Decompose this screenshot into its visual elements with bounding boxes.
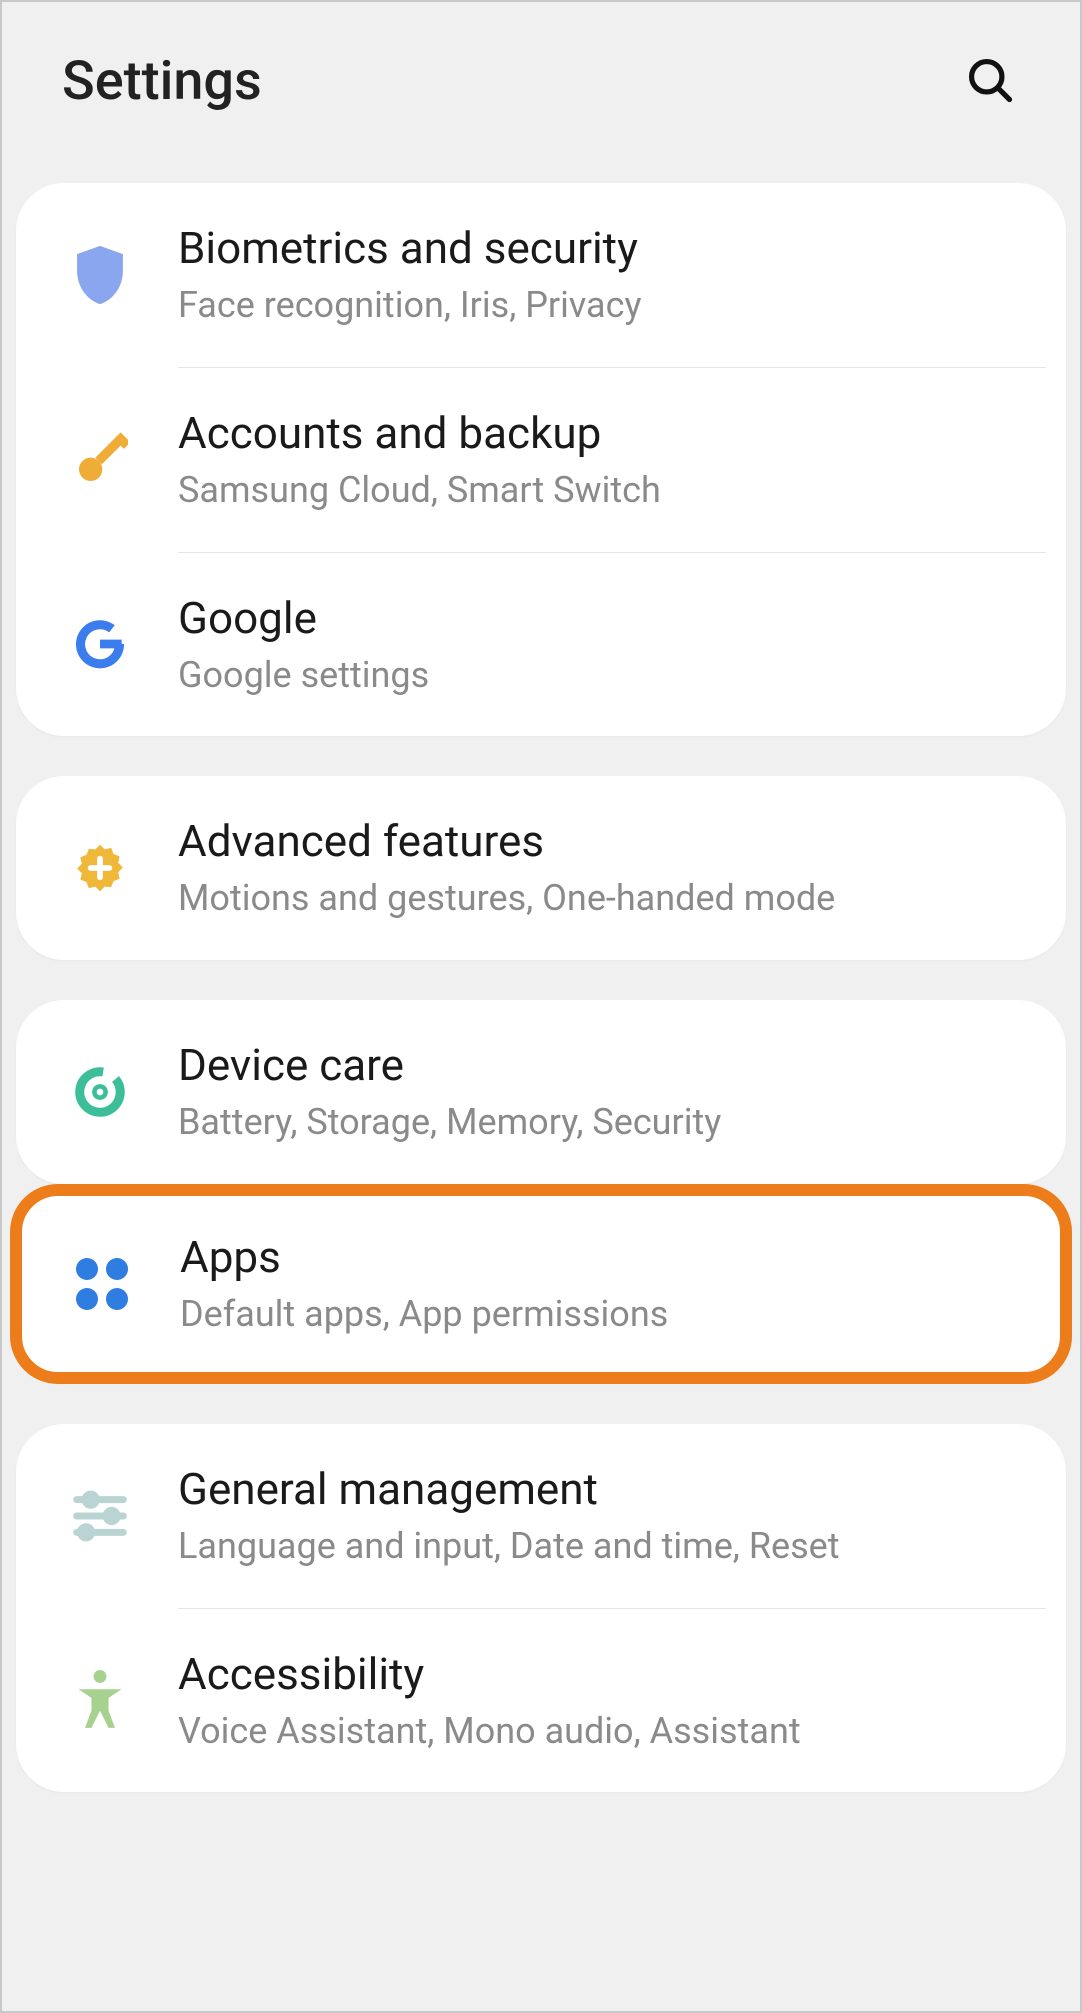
row-subtitle: Google settings bbox=[178, 652, 1030, 699]
settings-group: General management Language and input, D… bbox=[16, 1424, 1066, 1793]
row-text: Google Google settings bbox=[178, 591, 1030, 699]
shield-icon bbox=[64, 245, 136, 305]
row-title: Google bbox=[178, 591, 1030, 646]
row-title: Advanced features bbox=[178, 814, 1030, 869]
settings-row-accessibility[interactable]: Accessibility Voice Assistant, Mono audi… bbox=[16, 1609, 1066, 1793]
row-text: Advanced features Motions and gestures, … bbox=[178, 814, 1030, 922]
row-text: Accessibility Voice Assistant, Mono audi… bbox=[178, 1647, 1030, 1755]
row-title: Accessibility bbox=[178, 1647, 1030, 1702]
row-subtitle: Default apps, App permissions bbox=[180, 1291, 1024, 1338]
settings-row-devicecare[interactable]: Device care Battery, Storage, Memory, Se… bbox=[16, 1000, 1066, 1184]
row-text: Biometrics and security Face recognition… bbox=[178, 221, 1030, 329]
device-care-icon bbox=[64, 1065, 136, 1119]
row-title: General management bbox=[178, 1462, 1030, 1517]
gear-plus-icon bbox=[64, 840, 136, 896]
row-title: Accounts and backup bbox=[178, 406, 1030, 461]
sliders-icon bbox=[64, 1490, 136, 1542]
row-subtitle: Battery, Storage, Memory, Security bbox=[178, 1099, 1030, 1146]
row-text: Accounts and backup Samsung Cloud, Smart… bbox=[178, 406, 1030, 514]
google-icon bbox=[64, 618, 136, 670]
row-subtitle: Language and input, Date and time, Reset bbox=[178, 1523, 1030, 1570]
settings-group: Device care Battery, Storage, Memory, Se… bbox=[16, 1000, 1066, 1184]
row-text: Apps Default apps, App permissions bbox=[180, 1230, 1024, 1338]
header: Settings bbox=[2, 2, 1080, 183]
apps-icon bbox=[66, 1258, 138, 1310]
settings-group: Advanced features Motions and gestures, … bbox=[16, 776, 1066, 960]
settings-row-biometrics[interactable]: Biometrics and security Face recognition… bbox=[16, 183, 1066, 367]
row-title: Device care bbox=[178, 1038, 1030, 1093]
settings-row-advanced[interactable]: Advanced features Motions and gestures, … bbox=[16, 776, 1066, 960]
search-button[interactable] bbox=[960, 52, 1020, 112]
search-icon bbox=[964, 54, 1016, 109]
accessibility-icon bbox=[64, 1670, 136, 1730]
row-subtitle: Voice Assistant, Mono audio, Assistant bbox=[178, 1708, 1030, 1755]
settings-group: Biometrics and security Face recognition… bbox=[16, 183, 1066, 736]
row-subtitle: Motions and gestures, One-handed mode bbox=[178, 875, 1030, 922]
row-title: Biometrics and security bbox=[178, 221, 1030, 276]
highlighted-settings-row: Apps Default apps, App permissions bbox=[10, 1184, 1072, 1384]
settings-row-accounts[interactable]: Accounts and backup Samsung Cloud, Smart… bbox=[16, 368, 1066, 552]
settings-row-apps[interactable]: Apps Default apps, App permissions bbox=[22, 1196, 1060, 1372]
row-subtitle: Samsung Cloud, Smart Switch bbox=[178, 467, 1030, 514]
settings-row-google[interactable]: Google Google settings bbox=[16, 553, 1066, 737]
page-title: Settings bbox=[62, 50, 262, 113]
row-text: Device care Battery, Storage, Memory, Se… bbox=[178, 1038, 1030, 1146]
row-title: Apps bbox=[180, 1230, 1024, 1285]
settings-row-general[interactable]: General management Language and input, D… bbox=[16, 1424, 1066, 1608]
row-text: General management Language and input, D… bbox=[178, 1462, 1030, 1570]
row-subtitle: Face recognition, Iris, Privacy bbox=[178, 282, 1030, 329]
key-icon bbox=[64, 432, 136, 488]
